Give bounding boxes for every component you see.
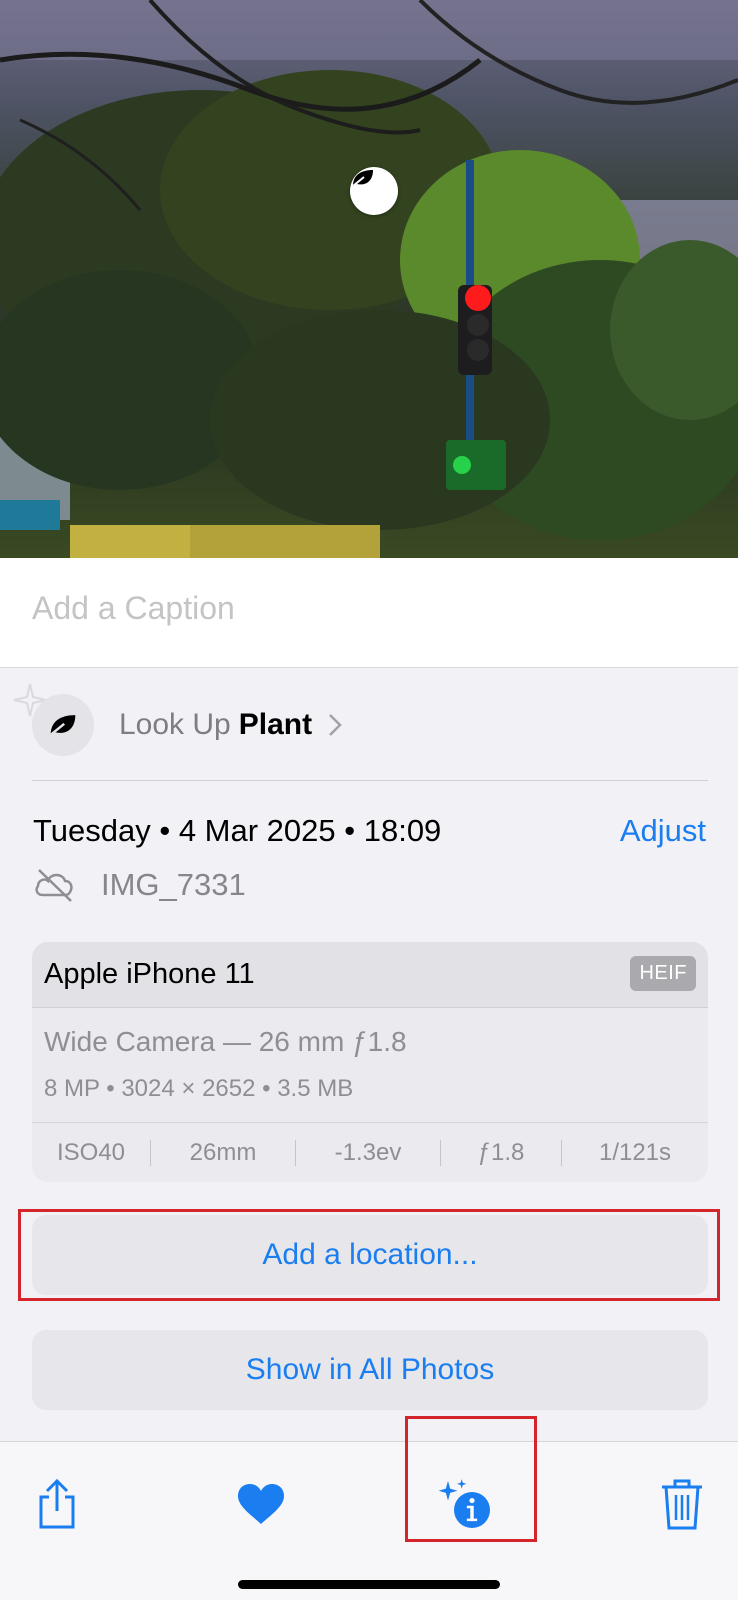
exif-iso: ISO40 [56,1138,126,1166]
lookup-subject: Plant [238,708,313,741]
exif-row: ISO40 26mm -1.3ev ƒ1.8 1/121s [32,1123,708,1182]
divider [32,780,708,781]
photo-scene [0,0,738,558]
share-button[interactable] [27,1474,87,1534]
exif-focal-length: 26mm [189,1138,257,1166]
delete-button[interactable] [652,1474,712,1534]
lens-info: Wide Camera — 26 mm ƒ1.8 [44,1026,407,1057]
share-icon [39,1478,75,1529]
favorite-button[interactable] [231,1474,291,1534]
lookup-plant-row[interactable]: Look Up Plant [32,692,702,758]
exif-exposure: -1.3ev [334,1138,402,1166]
heart-icon [238,1484,284,1524]
show-in-all-photos-button[interactable]: Show in All Photos [32,1330,708,1410]
card-header: Apple iPhone 11 HEIF [32,942,708,1008]
photo-view[interactable] [0,0,738,558]
file-name: IMG_7331 [101,867,246,902]
home-indicator [238,1580,500,1589]
lookup-icon-circle [32,694,94,756]
trash-icon [662,1479,702,1530]
file-info: IMG_7331 [33,863,246,907]
visual-lookup-badge[interactable] [350,167,398,215]
leaf-icon [49,715,76,736]
date-time: Tuesday • 4 Mar 2025 • 18:09 [33,813,442,848]
adjust-button[interactable]: Adjust [620,813,706,849]
add-location-highlight [18,1209,720,1301]
caption-area[interactable]: Add a Caption [0,558,738,668]
lookup-label: Look Up Plant [119,708,313,741]
leaf-icon [352,170,373,187]
format-badge: HEIF [630,956,696,991]
chevron-right-icon [329,714,342,736]
exif-aperture: ƒ1.8 [477,1138,525,1166]
image-specs: 8 MP • 3024 × 2652 • 3.5 MB [44,1075,354,1102]
bottom-toolbar [0,1416,738,1600]
cloud-slash-icon [35,869,73,902]
device-name: Apple iPhone 11 [44,958,255,990]
info-button-highlight [405,1416,537,1542]
caption-input[interactable]: Add a Caption [32,590,235,627]
exif-shutter: 1/121s [598,1138,672,1166]
camera-info-card: Apple iPhone 11 HEIF Wide Camera — 26 mm… [32,942,708,1182]
